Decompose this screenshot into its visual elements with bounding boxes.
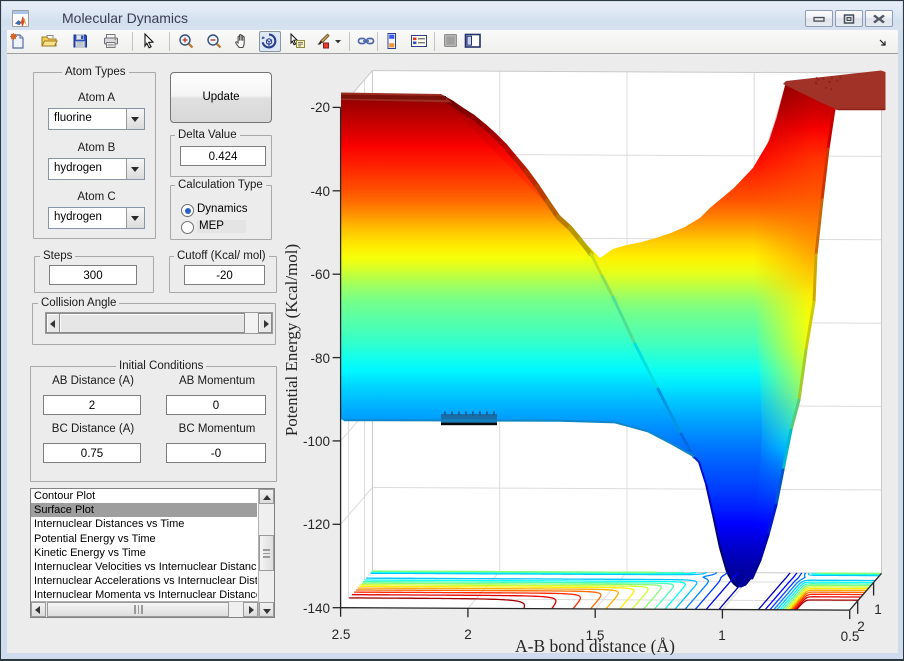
svg-text:Potential Energy (Kcal/mol): Potential Energy (Kcal/mol): [282, 244, 301, 436]
svg-text:-40: -40: [310, 184, 330, 199]
svg-text:-60: -60: [310, 267, 330, 282]
svg-text:1: 1: [874, 602, 882, 617]
svg-text:2: 2: [464, 627, 472, 642]
svg-text:-120: -120: [303, 517, 330, 532]
svg-text:-100: -100: [303, 434, 330, 449]
svg-text:-140: -140: [303, 601, 330, 616]
svg-text:-80: -80: [310, 351, 330, 366]
svg-text:-20: -20: [310, 100, 330, 115]
svg-text:2.5: 2.5: [332, 627, 351, 642]
svg-text:2: 2: [857, 619, 865, 634]
svg-text:A-B bond distance (Å): A-B bond distance (Å): [515, 636, 675, 656]
svg-text:1: 1: [718, 628, 726, 643]
